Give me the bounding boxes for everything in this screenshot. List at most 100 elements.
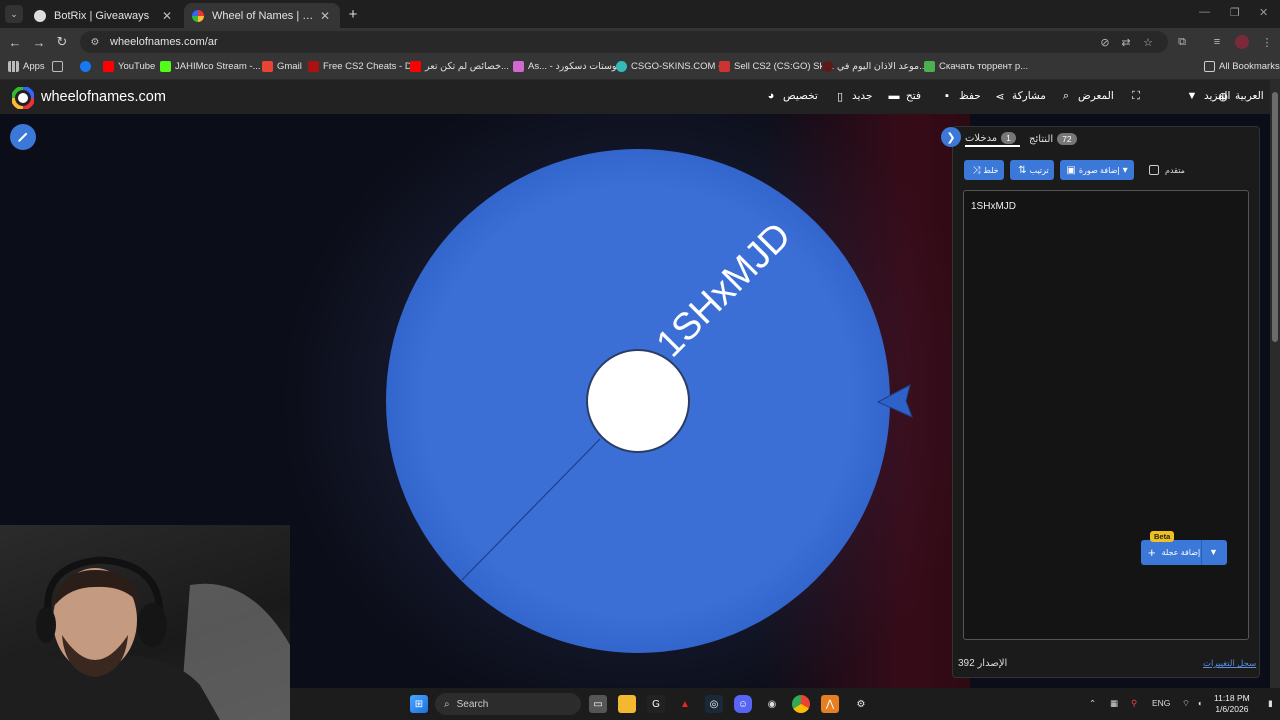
valorant-icon[interactable]: ▲ — [676, 695, 694, 713]
windows-start-icon[interactable]: ⊞ — [410, 695, 428, 713]
forward-arrow-icon[interactable]: → — [31, 34, 47, 50]
close-window-icon[interactable]: ✕ — [1259, 6, 1268, 19]
beta-badge: Beta — [1150, 531, 1175, 542]
sort-button[interactable]: ⇅ ترتيب — [1010, 160, 1054, 180]
notifications-icon[interactable]: ▮ — [1268, 698, 1273, 709]
clock-date: 1/6/2026 — [1215, 704, 1249, 714]
scrollbar-thumb[interactable] — [1272, 92, 1278, 342]
cheats-site-icon — [308, 61, 319, 72]
tray-app-icon[interactable]: ▦ — [1110, 698, 1118, 709]
entries-count-badge: 1 — [1001, 132, 1016, 144]
divider — [1201, 540, 1202, 565]
restore-icon[interactable]: ❐ — [1230, 6, 1240, 19]
wheel[interactable]: 1SHxMJD — [380, 142, 920, 662]
bookmark-sell-cs2[interactable]: Sell CS2 (CS:GO) Ski... — [719, 61, 834, 72]
advanced-checkbox[interactable]: متقدم — [1149, 165, 1185, 175]
bookmark-csgo-skins[interactable]: CSGO-SKINS.COM -... — [616, 61, 729, 72]
browser-toolbar: ← → ↻ ⚙ wheelofnames.com/ar ⊘ ⇄ ☆ ⧉ ≡ ⋮ — [0, 28, 1280, 56]
settings-gear-icon[interactable]: ⚙ — [852, 695, 870, 713]
entries-textarea[interactable]: 1SHxMJD — [963, 190, 1249, 640]
minimize-icon[interactable]: — — [1199, 6, 1210, 18]
pencil-icon — [18, 132, 28, 142]
bookmark-torrent[interactable]: Скачать торрент р... — [924, 61, 1028, 72]
eye-off-icon[interactable]: ⊘ — [1098, 35, 1112, 49]
add-image-button[interactable]: ▣ إضافة صورة ▾ — [1060, 160, 1134, 180]
profile-avatar[interactable] — [1235, 35, 1249, 49]
menu-icon[interactable]: ⋮ — [1260, 35, 1274, 49]
bookmark-gmail[interactable]: Gmail — [262, 61, 302, 72]
tab-results[interactable]: النتائج 72 — [1029, 131, 1081, 147]
language-indicator[interactable]: ENG — [1152, 698, 1170, 708]
caret-down-icon[interactable]: ▼ — [1209, 547, 1218, 557]
wifi-icon[interactable]: ⌔ — [1182, 698, 1190, 709]
taskbar-clock[interactable]: 11:18 PM 1/6/2026 — [1214, 693, 1250, 715]
bookmark-apps[interactable]: Apps — [8, 61, 45, 72]
language-menu[interactable]: ◍ العربية — [1211, 90, 1264, 103]
bookmark-grid[interactable] — [52, 61, 67, 72]
discord-icon[interactable]: ☺ — [734, 695, 752, 713]
facebook-icon — [80, 61, 91, 72]
folder-icon — [1204, 61, 1215, 72]
gallery-button[interactable]: ⌕ المعرض — [1054, 90, 1114, 103]
site-name[interactable]: wheelofnames.com — [41, 89, 166, 105]
task-view-icon[interactable]: ▭ — [589, 695, 607, 713]
version-text: 392 الإصدار — [958, 658, 1008, 669]
add-wheel-button[interactable]: + إضافة عجلة ▼ — [1141, 540, 1227, 565]
open-button[interactable]: ▬ فتح — [882, 90, 921, 102]
image-icon: ▣ — [1066, 164, 1076, 176]
bookmarks-bar: Apps YouTube JAHIMco Stream -... Gmail F… — [0, 56, 1280, 80]
tab-wheel-of-names[interactable]: Wheel of Names | اسم العشوائي ✕ — [184, 3, 340, 28]
shuffle-button[interactable]: ⤨ خلط — [964, 160, 1004, 180]
app-icon[interactable]: ⋀ — [821, 695, 839, 713]
extensions-icon[interactable]: ⧉ — [1175, 35, 1189, 49]
file-explorer-icon[interactable] — [618, 695, 636, 713]
page-scrollbar[interactable] — [1270, 80, 1280, 688]
bookmark-facebook[interactable] — [80, 61, 95, 72]
share-button[interactable]: ⋖ مشاركة — [988, 90, 1046, 103]
share-icon: ⋖ — [995, 90, 1005, 103]
new-button[interactable]: ▯ جديد — [828, 90, 872, 103]
tray-overflow-icon[interactable]: ⌃ — [1089, 698, 1096, 709]
bookmark-all[interactable]: All Bookmarks — [1204, 61, 1280, 72]
taskbar-search[interactable]: ⌕ Search — [435, 693, 581, 715]
reading-list-icon[interactable]: ≡ — [1210, 35, 1224, 49]
tab-botrix[interactable]: BotRix | Giveaways ✕ — [26, 3, 182, 28]
bookmark-arabic-features[interactable]: خصائص لم تكن تعر... — [410, 61, 509, 72]
wheel-center[interactable] — [586, 349, 690, 453]
g-hub-icon[interactable]: G — [647, 695, 665, 713]
prayer-times-icon — [822, 61, 833, 72]
bookmark-youtube[interactable]: YouTube — [103, 61, 155, 72]
globe-icon: ◍ — [1218, 90, 1228, 103]
collapse-panel-button[interactable]: ❯ — [941, 127, 961, 147]
wheel-logo-icon[interactable] — [12, 87, 34, 109]
tab-entries[interactable]: مدخلات 1 — [965, 131, 1020, 147]
bookmark-discord-posts[interactable]: As... - بوستات دسكورد — [513, 61, 619, 72]
microphone-icon[interactable]: ⚲ — [1131, 698, 1137, 709]
translate-icon[interactable]: ⇄ — [1119, 35, 1133, 49]
changelog-link[interactable]: سجل التغييرات — [1203, 658, 1256, 669]
back-arrow-icon[interactable]: ← — [7, 34, 23, 50]
youtube-icon — [103, 61, 114, 72]
botrix-favicon-icon — [34, 9, 46, 22]
star-icon[interactable]: ☆ — [1141, 35, 1155, 49]
bookmark-jahimco[interactable]: JAHIMco Stream -... — [160, 61, 261, 72]
steam-icon[interactable]: ◎ — [705, 695, 723, 713]
chrome-icon[interactable] — [792, 695, 810, 713]
close-icon[interactable]: ✕ — [318, 9, 332, 23]
save-button[interactable]: ▪ حفظ — [935, 90, 981, 102]
tab-label: النتائج — [1029, 133, 1054, 145]
close-icon[interactable]: ✕ — [160, 9, 174, 23]
obs-icon[interactable]: ◉ — [763, 695, 781, 713]
tab-search-button[interactable]: ⌄ — [5, 5, 23, 23]
customize-button[interactable]: ◕ تخصيص — [759, 90, 818, 102]
bookmark-prayer-times[interactable]: موعد الاذان اليوم في... — [822, 61, 927, 72]
reload-icon[interactable]: ↻ — [54, 34, 70, 50]
edit-button[interactable] — [10, 124, 36, 150]
checkbox-icon[interactable] — [1149, 165, 1159, 175]
new-tab-button[interactable]: + — [344, 5, 362, 23]
address-bar[interactable]: ⚙ wheelofnames.com/ar — [80, 31, 1168, 53]
volume-icon[interactable]: ◖ — [1197, 698, 1202, 708]
fullscreen-button[interactable]: ⛶ — [1124, 90, 1148, 102]
bookmark-cs2-cheats[interactable]: Free CS2 Cheats - D... — [308, 61, 420, 72]
site-info-icon[interactable]: ⚙ — [89, 36, 101, 48]
